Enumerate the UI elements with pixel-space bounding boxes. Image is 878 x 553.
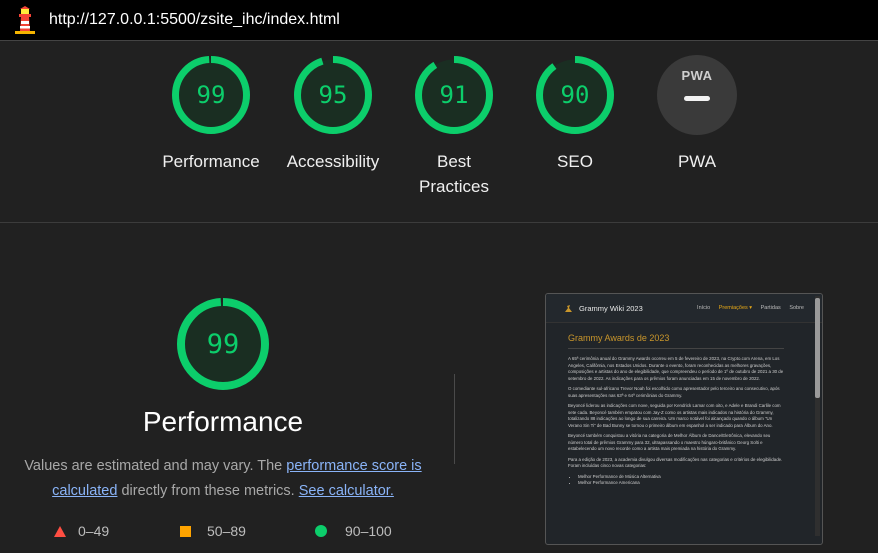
section-divider <box>454 374 455 464</box>
page-screenshot-thumbnail[interactable]: Grammy Wiki 2023 Início Premiações ▾ Par… <box>545 293 823 545</box>
see-calculator-link[interactable]: See calculator. <box>299 483 394 499</box>
performance-title: Performance <box>142 406 304 437</box>
gauge-score: 91 <box>440 81 469 109</box>
pwa-badge-icon: PWA <box>657 55 737 135</box>
legend-fail: 0–49 <box>54 523 109 539</box>
pass-circle-icon <box>315 525 327 537</box>
gauge-score: 95 <box>319 81 348 109</box>
fail-triangle-icon <box>54 525 66 537</box>
thumb-nav-item: Premiações ▾ <box>718 305 753 311</box>
gauge-seo[interactable]: 90 SEO <box>515 55 635 174</box>
gauge-score: 99 <box>197 81 226 109</box>
gauge-best-practices[interactable]: 91 Best Practices <box>394 55 514 199</box>
desc-prefix: Values are estimated and may vary. The <box>24 458 287 474</box>
gauge-ring: 91 <box>415 56 493 134</box>
thumb-scrollbar-thumb[interactable] <box>815 298 820 398</box>
pwa-dash-icon <box>684 96 710 101</box>
performance-section: 99 Performance Values are estimated and … <box>0 224 878 553</box>
thumb-paragraph: Para a edição de 2023, a academia divulg… <box>568 456 783 469</box>
thumb-paragraph: A 65ª cerimônia anual do Grammy Awards o… <box>568 356 784 381</box>
gauge-score: 90 <box>561 81 590 109</box>
thumb-content: Grammy Awards de 2023 A 65ª cerimônia an… <box>546 323 806 487</box>
legend-fail-label: 0–49 <box>78 523 110 539</box>
score-gauges: 99 Performance 95 Accessibility 91 Best … <box>0 41 878 223</box>
performance-big-gauge: 99 <box>175 296 271 397</box>
thumb-paragraph: Beyoncé liderou as indicações com nove, … <box>568 403 781 428</box>
legend-pass-label: 90–100 <box>345 523 392 539</box>
thumb-list-item: Melhor Performance Americana <box>578 480 784 487</box>
legend-pass: 90–100 <box>315 523 392 539</box>
big-gauge-score: 99 <box>207 329 240 360</box>
thumb-nav-item: Sobre <box>789 305 804 311</box>
thumb-nav-item: Partidas <box>760 305 781 311</box>
gauge-ring: 95 <box>294 56 372 134</box>
thumb-list: Melhor Performance de Música Alternativa… <box>568 474 784 487</box>
desc-middle: directly from these metrics. <box>117 483 299 499</box>
performance-description: Values are estimated and may vary. The p… <box>20 454 426 504</box>
thumb-paragraph: O comediante sul-africano Trevor Noah fo… <box>568 386 780 398</box>
thumb-navbar: Grammy Wiki 2023 Início Premiações ▾ Par… <box>546 294 822 323</box>
thumb-nav-links: Início Premiações ▾ Partidas Sobre <box>690 305 804 311</box>
gauge-performance[interactable]: 99 Performance <box>151 55 271 174</box>
average-square-icon <box>180 525 191 537</box>
thumb-paragraph: Beyoncé também conquistou a vitória na c… <box>568 433 771 451</box>
score-legend: 0–49 50–89 90–100 <box>0 523 446 543</box>
gauge-ring: 99 <box>172 56 250 134</box>
report-url[interactable]: http://127.0.0.1:5500/zsite_ihc/index.ht… <box>49 11 340 29</box>
gauge-label: PWA <box>677 152 717 171</box>
legend-average: 50–89 <box>180 523 246 539</box>
pwa-badge-text: PWA <box>681 68 713 83</box>
gauge-pwa[interactable]: PWA PWA <box>637 55 757 174</box>
thumb-brand: Grammy Wiki 2023 <box>579 303 643 313</box>
gauge-label: Performance <box>162 152 260 171</box>
thumb-nav-item: Início <box>697 305 711 311</box>
thumb-heading: Grammy Awards de 2023 <box>568 333 784 349</box>
gauge-label: SEO <box>557 152 593 171</box>
thumb-scrollbar[interactable] <box>815 296 820 536</box>
gramophone-icon <box>565 304 572 312</box>
gauge-label: Best Practices <box>419 152 489 196</box>
legend-average-label: 50–89 <box>207 523 246 539</box>
big-gauge-ring: 99 <box>177 298 269 390</box>
gauge-ring: 90 <box>536 56 614 134</box>
gauge-label: Accessibility <box>286 152 380 171</box>
gauge-accessibility[interactable]: 95 Accessibility <box>273 55 393 174</box>
report-topbar: http://127.0.0.1:5500/zsite_ihc/index.ht… <box>0 0 878 41</box>
lighthouse-logo-icon <box>13 6 37 34</box>
